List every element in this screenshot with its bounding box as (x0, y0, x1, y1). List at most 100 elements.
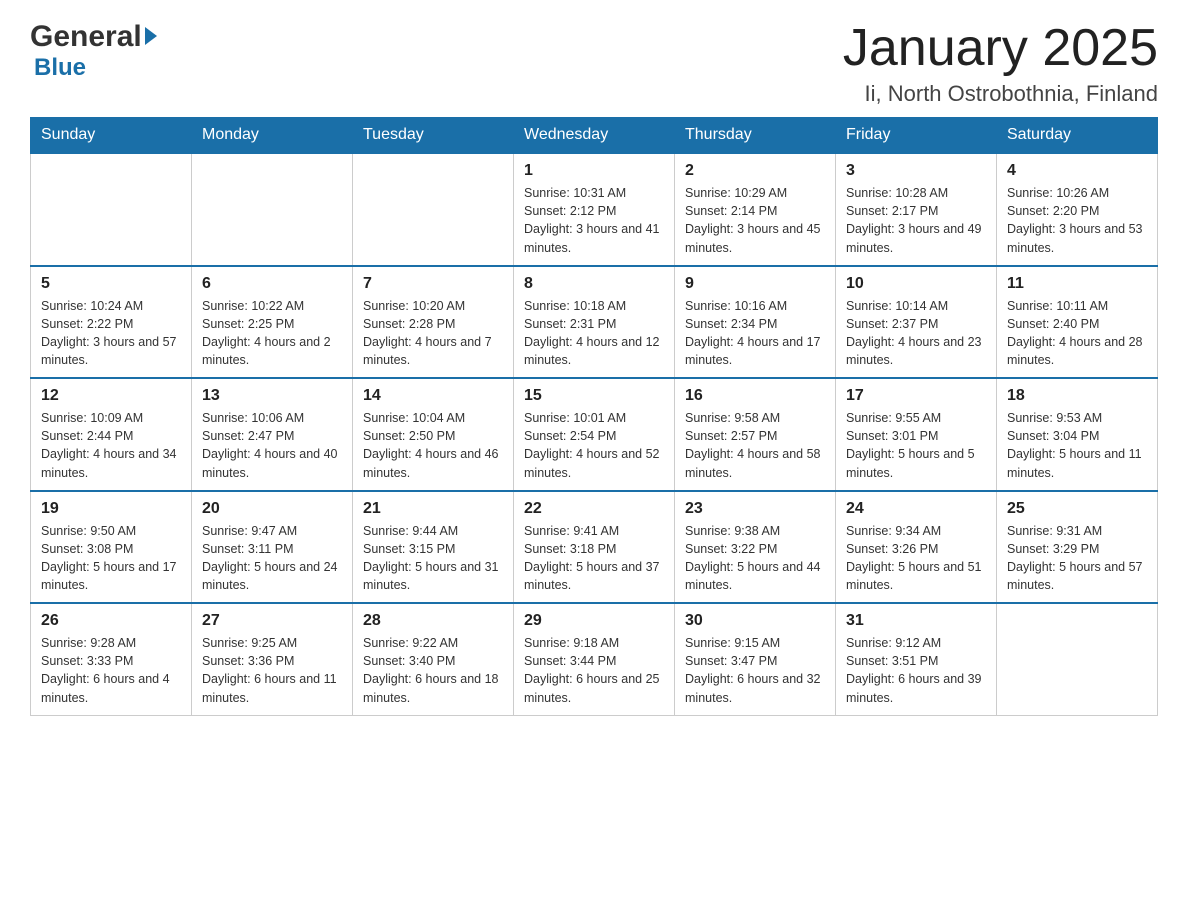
day-info: Sunrise: 10:29 AM Sunset: 2:14 PM Daylig… (685, 184, 825, 257)
day-number: 1 (524, 162, 664, 180)
day-cell-12: 12Sunrise: 10:09 AM Sunset: 2:44 PM Dayl… (31, 378, 192, 491)
day-cell-8: 8 Sunrise: 10:18 AM Sunset: 2:31 PM Dayli… (514, 266, 675, 379)
day-cell-14: 14 Sunrise: 10:04 AM Sunset: 2:50 PM Dayl… (353, 378, 514, 491)
day-cell-29: 29Sunrise: 9:18 AM Sunset: 3:44 PM Dayli… (514, 603, 675, 715)
title-block: January 2025 Ii, North Ostrobothnia, Fin… (843, 20, 1158, 107)
day-info: Sunrise: 9:41 AM Sunset: 3:18 PM Dayligh… (524, 522, 664, 595)
day-number: 17 (846, 387, 986, 405)
day-cell-10: 10 Sunrise: 10:14 AM Sunset: 2:37 PM Dayl… (836, 266, 997, 379)
day-cell-4: 4Sunrise: 10:26 AM Sunset: 2:20 PM Dayli… (997, 153, 1158, 266)
day-cell-19: 19 Sunrise: 9:50 AM Sunset: 3:08 PM Dayli… (31, 491, 192, 604)
weekday-header-friday: Friday (836, 118, 997, 154)
day-number: 15 (524, 387, 664, 405)
day-info: Sunrise: 10:14 AM Sunset: 2:37 PM Daylig… (846, 297, 986, 370)
day-cell-17: 17 Sunrise: 9:55 AM Sunset: 3:01 PM Dayli… (836, 378, 997, 491)
day-info: Sunrise: 10:04 AM Sunset: 2:50 PM Daylig… (363, 409, 503, 482)
day-cell-5: 5 Sunrise: 10:24 AM Sunset: 2:22 PM Dayli… (31, 266, 192, 379)
day-number: 18 (1007, 387, 1147, 405)
day-number: 28 (363, 612, 503, 630)
day-number: 12 (41, 387, 181, 405)
day-cell-11: 11 Sunrise: 10:11 AM Sunset: 2:40 PM Dayl… (997, 266, 1158, 379)
day-info: Sunrise: 10:11 AM Sunset: 2:40 PM Daylig… (1007, 297, 1147, 370)
logo: General Blue (30, 20, 157, 82)
empty-cell (31, 153, 192, 266)
weekday-header-thursday: Thursday (675, 118, 836, 154)
day-cell-7: 7Sunrise: 10:20 AM Sunset: 2:28 PM Dayli… (353, 266, 514, 379)
day-info: Sunrise: 9:31 AM Sunset: 3:29 PM Dayligh… (1007, 522, 1147, 595)
day-info: Sunrise: 9:53 AM Sunset: 3:04 PM Dayligh… (1007, 409, 1147, 482)
day-info: Sunrise: 10:22 AM Sunset: 2:25 PM Daylig… (202, 297, 342, 370)
day-number: 20 (202, 500, 342, 518)
day-cell-18: 18 Sunrise: 9:53 AM Sunset: 3:04 PM Dayli… (997, 378, 1158, 491)
day-info: Sunrise: 9:55 AM Sunset: 3:01 PM Dayligh… (846, 409, 986, 482)
day-number: 26 (41, 612, 181, 630)
day-number: 19 (41, 500, 181, 518)
day-number: 5 (41, 275, 181, 293)
day-info: Sunrise: 9:38 AM Sunset: 3:22 PM Dayligh… (685, 522, 825, 595)
week-row-1: 1Sunrise: 10:31 AM Sunset: 2:12 PM Dayli… (31, 153, 1158, 266)
day-cell-22: 22 Sunrise: 9:41 AM Sunset: 3:18 PM Dayli… (514, 491, 675, 604)
day-cell-15: 15 Sunrise: 10:01 AM Sunset: 2:54 PM Dayl… (514, 378, 675, 491)
day-info: Sunrise: 10:28 AM Sunset: 2:17 PM Daylig… (846, 184, 986, 257)
day-info: Sunrise: 9:28 AM Sunset: 3:33 PM Dayligh… (41, 634, 181, 707)
empty-cell (353, 153, 514, 266)
location-title: Ii, North Ostrobothnia, Finland (843, 81, 1158, 107)
day-cell-24: 24Sunrise: 9:34 AM Sunset: 3:26 PM Dayli… (836, 491, 997, 604)
day-info: Sunrise: 9:44 AM Sunset: 3:15 PM Dayligh… (363, 522, 503, 595)
day-info: Sunrise: 9:50 AM Sunset: 3:08 PM Dayligh… (41, 522, 181, 595)
empty-cell (192, 153, 353, 266)
day-number: 16 (685, 387, 825, 405)
day-info: Sunrise: 9:34 AM Sunset: 3:26 PM Dayligh… (846, 522, 986, 595)
day-cell-31: 31Sunrise: 9:12 AM Sunset: 3:51 PM Dayli… (836, 603, 997, 715)
week-row-3: 12Sunrise: 10:09 AM Sunset: 2:44 PM Dayl… (31, 378, 1158, 491)
day-cell-23: 23Sunrise: 9:38 AM Sunset: 3:22 PM Dayli… (675, 491, 836, 604)
day-info: Sunrise: 9:58 AM Sunset: 2:57 PM Dayligh… (685, 409, 825, 482)
day-cell-6: 6 Sunrise: 10:22 AM Sunset: 2:25 PM Dayli… (192, 266, 353, 379)
day-info: Sunrise: 9:47 AM Sunset: 3:11 PM Dayligh… (202, 522, 342, 595)
day-cell-30: 30Sunrise: 9:15 AM Sunset: 3:47 PM Dayli… (675, 603, 836, 715)
day-number: 14 (363, 387, 503, 405)
page-header: General Blue January 2025 Ii, North Ostr… (30, 20, 1158, 107)
weekday-header-monday: Monday (192, 118, 353, 154)
day-number: 21 (363, 500, 503, 518)
day-info: Sunrise: 10:01 AM Sunset: 2:54 PM Daylig… (524, 409, 664, 482)
day-number: 22 (524, 500, 664, 518)
day-info: Sunrise: 10:06 AM Sunset: 2:47 PM Daylig… (202, 409, 342, 482)
day-cell-21: 21 Sunrise: 9:44 AM Sunset: 3:15 PM Dayli… (353, 491, 514, 604)
day-number: 10 (846, 275, 986, 293)
day-cell-27: 27 Sunrise: 9:25 AM Sunset: 3:36 PM Dayli… (192, 603, 353, 715)
day-number: 4 (1007, 162, 1147, 180)
day-cell-16: 16 Sunrise: 9:58 AM Sunset: 2:57 PM Dayli… (675, 378, 836, 491)
calendar-body: 1Sunrise: 10:31 AM Sunset: 2:12 PM Dayli… (31, 153, 1158, 715)
day-cell-20: 20 Sunrise: 9:47 AM Sunset: 3:11 PM Dayli… (192, 491, 353, 604)
day-number: 25 (1007, 500, 1147, 518)
day-number: 3 (846, 162, 986, 180)
day-cell-28: 28Sunrise: 9:22 AM Sunset: 3:40 PM Dayli… (353, 603, 514, 715)
logo-general-text: General (30, 20, 142, 54)
logo-blue-text: Blue (34, 54, 86, 81)
week-row-5: 26 Sunrise: 9:28 AM Sunset: 3:33 PM Dayli… (31, 603, 1158, 715)
weekday-header-sunday: Sunday (31, 118, 192, 154)
day-cell-26: 26 Sunrise: 9:28 AM Sunset: 3:33 PM Dayli… (31, 603, 192, 715)
day-number: 29 (524, 612, 664, 630)
day-info: Sunrise: 10:24 AM Sunset: 2:22 PM Daylig… (41, 297, 181, 370)
day-cell-9: 9Sunrise: 10:16 AM Sunset: 2:34 PM Dayli… (675, 266, 836, 379)
calendar-table: SundayMondayTuesdayWednesdayThursdayFrid… (30, 117, 1158, 716)
day-cell-25: 25 Sunrise: 9:31 AM Sunset: 3:29 PM Dayli… (997, 491, 1158, 604)
logo-line: General (30, 20, 157, 54)
day-info: Sunrise: 10:16 AM Sunset: 2:34 PM Daylig… (685, 297, 825, 370)
day-info: Sunrise: 9:25 AM Sunset: 3:36 PM Dayligh… (202, 634, 342, 707)
day-number: 7 (363, 275, 503, 293)
week-row-4: 19 Sunrise: 9:50 AM Sunset: 3:08 PM Dayli… (31, 491, 1158, 604)
day-number: 27 (202, 612, 342, 630)
day-number: 11 (1007, 275, 1147, 293)
empty-cell (997, 603, 1158, 715)
month-title: January 2025 (843, 20, 1158, 77)
day-number: 6 (202, 275, 342, 293)
weekday-header-tuesday: Tuesday (353, 118, 514, 154)
weekday-header-row: SundayMondayTuesdayWednesdayThursdayFrid… (31, 118, 1158, 154)
calendar-header: SundayMondayTuesdayWednesdayThursdayFrid… (31, 118, 1158, 154)
day-number: 8 (524, 275, 664, 293)
day-number: 31 (846, 612, 986, 630)
day-info: Sunrise: 10:18 AM Sunset: 2:31 PM Daylig… (524, 297, 664, 370)
